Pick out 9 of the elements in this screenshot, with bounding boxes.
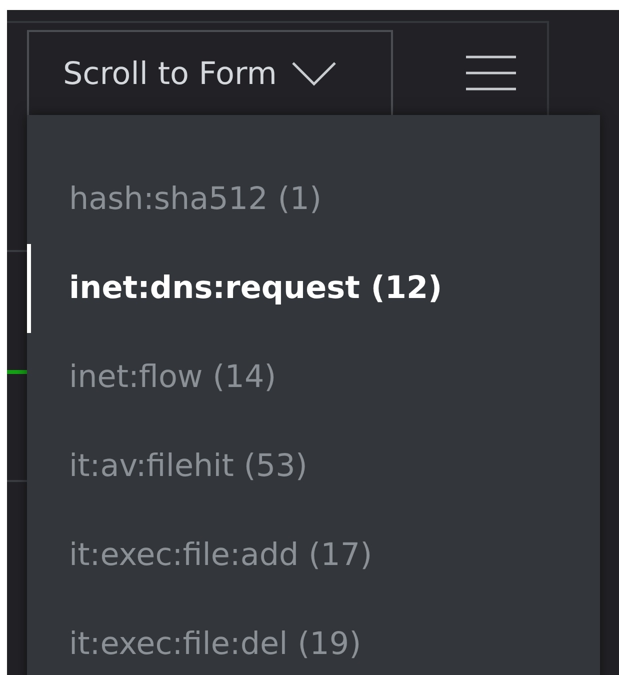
menu-item[interactable]: hash:sha512 (1) [27,155,332,244]
scroll-to-form-dropdown[interactable]: Scroll to Form [27,30,393,117]
menu-item[interactable]: it:exec:file:del (19) [27,600,372,675]
chevron-down-icon [290,60,337,86]
menu-item[interactable]: inet:flow (14) [27,333,286,422]
menu-item[interactable]: it:exec:file:add (17) [27,511,382,600]
menu-item[interactable]: it:av:filehit (53) [27,422,318,511]
menu-icon[interactable] [466,55,516,91]
menu-item[interactable]: inet:dns:request (12) [27,244,452,333]
